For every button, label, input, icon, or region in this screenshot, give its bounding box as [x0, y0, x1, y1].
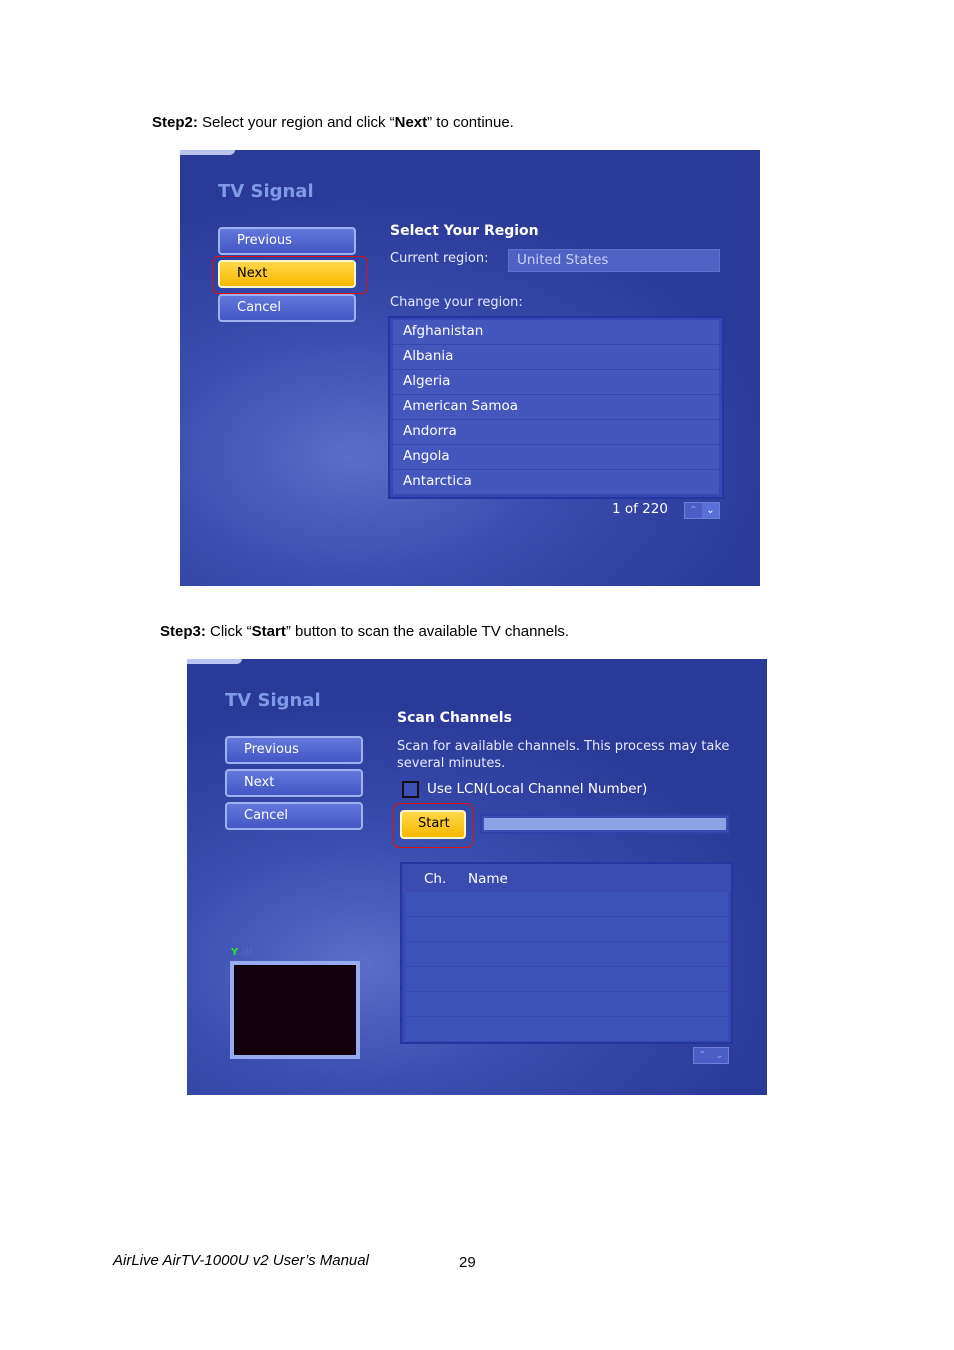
video-preview — [230, 961, 360, 1059]
scan-description: Scan for available channels. This proces… — [397, 739, 730, 771]
screen-title: TV Signal — [225, 690, 321, 711]
chevron-down-icon[interactable]: ⌄ — [702, 503, 719, 518]
lcn-checkbox[interactable] — [402, 781, 419, 798]
list-item[interactable]: American Samoa — [393, 395, 719, 420]
list-item[interactable]: Albania — [393, 345, 719, 370]
next-button[interactable]: Next — [218, 260, 356, 288]
column-header-ch: Ch. — [424, 871, 447, 887]
table-row[interactable] — [405, 992, 728, 1017]
column-header-name: Name — [468, 871, 508, 887]
previous-button[interactable]: Previous — [225, 736, 363, 764]
previous-button[interactable]: Previous — [218, 227, 356, 255]
scan-progress-bar — [480, 814, 730, 834]
list-item[interactable]: Algeria — [393, 370, 719, 395]
step3-instruction: Step3: Click “Start” button to scan the … — [160, 623, 570, 640]
current-region-label: Current region: — [390, 251, 489, 266]
next-button[interactable]: Next — [225, 769, 363, 797]
page-arrows: ⌃ ⌄ — [693, 1047, 729, 1064]
table-row[interactable] — [405, 1017, 728, 1042]
current-region-field: United States — [508, 249, 720, 272]
cancel-button[interactable]: Cancel — [225, 802, 363, 830]
table-row[interactable] — [405, 967, 728, 992]
footer-manual-title: AirLive AirTV-1000U v2 User’s Manual — [113, 1252, 369, 1269]
start-button[interactable]: Start — [400, 810, 466, 839]
section-heading: Scan Channels — [397, 710, 512, 726]
table-row[interactable] — [405, 917, 728, 942]
list-item[interactable]: Angola — [393, 445, 719, 470]
chevron-up-icon[interactable]: ⌃ — [694, 1048, 711, 1063]
region-list[interactable]: Afghanistan Albania Algeria American Sam… — [388, 316, 724, 499]
step2-instruction: Step2: Select your region and click “Nex… — [152, 114, 514, 131]
signal-strength-icon: Υ.ıll — [231, 947, 253, 958]
scan-screen: TV Signal Previous Next Cancel Scan Chan… — [187, 659, 767, 1095]
table-header: Ch. Name — [402, 864, 731, 892]
chevron-up-icon[interactable]: ⌃ — [685, 503, 702, 518]
cancel-button[interactable]: Cancel — [218, 294, 356, 322]
section-heading: Select Your Region — [390, 223, 539, 239]
list-item[interactable]: Antarctica — [393, 470, 719, 495]
list-item[interactable]: Afghanistan — [393, 320, 719, 345]
list-item[interactable]: Andorra — [393, 420, 719, 445]
lcn-label: Use LCN(Local Channel Number) — [427, 781, 648, 797]
page-arrows: ⌃ ⌄ — [684, 502, 720, 519]
screen-title: TV Signal — [218, 181, 314, 202]
page-number: 29 — [459, 1254, 476, 1271]
channel-table: Ch. Name — [400, 862, 733, 1044]
region-screen: TV Signal Previous Next Cancel Select Yo… — [180, 150, 760, 586]
pager-text: 1 of 220 — [612, 501, 668, 517]
change-region-label: Change your region: — [390, 295, 523, 310]
table-row[interactable] — [405, 942, 728, 967]
table-row[interactable] — [405, 892, 728, 917]
chevron-down-icon[interactable]: ⌄ — [711, 1048, 728, 1063]
